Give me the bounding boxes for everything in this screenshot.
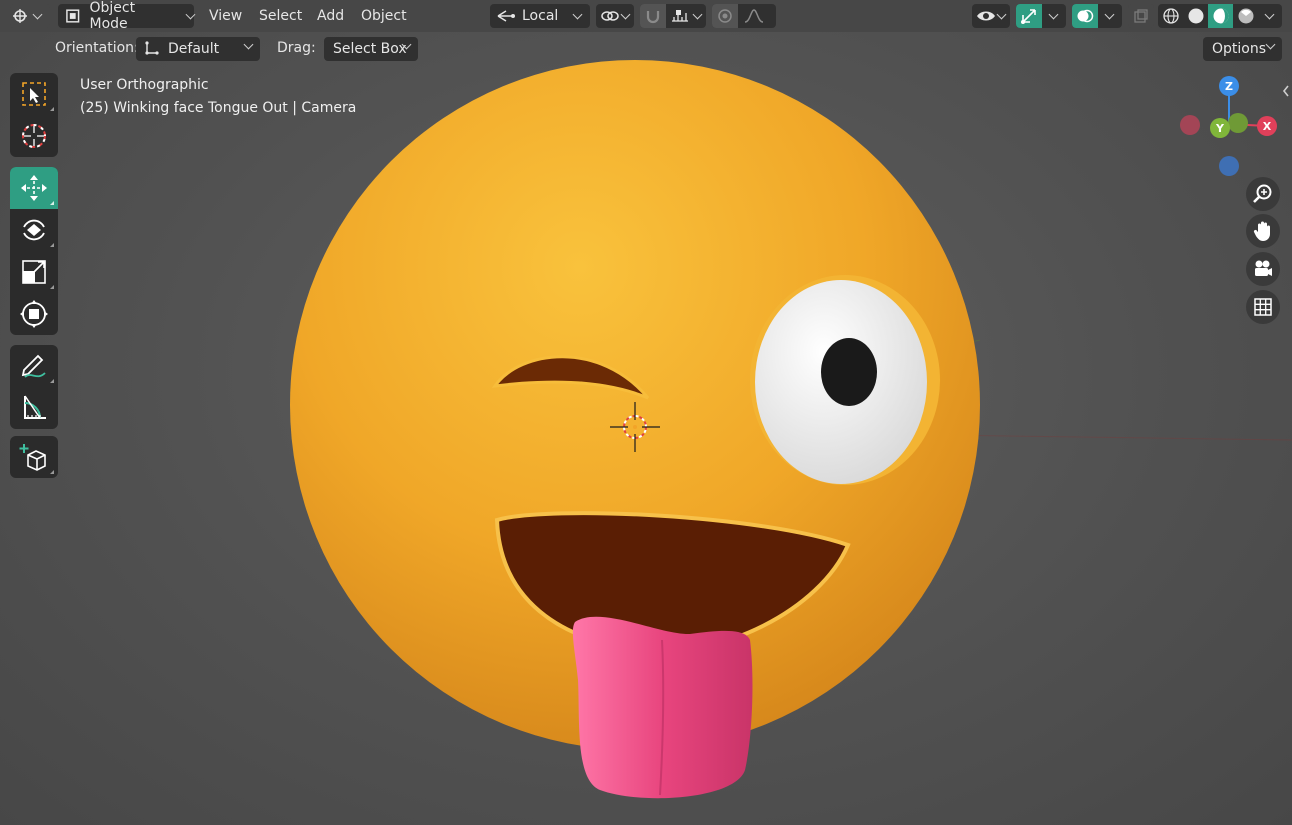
hand-icon (1253, 221, 1270, 241)
rotate-icon (23, 219, 45, 241)
measure-ruler-icon (24, 395, 46, 419)
tool-annotate[interactable] (10, 345, 58, 387)
add-cube-icon (19, 444, 46, 471)
pan-button[interactable] (1246, 214, 1280, 248)
viewport-scene (290, 60, 1292, 799)
gizmo-neg-z[interactable] (1219, 156, 1239, 176)
move-icon (21, 175, 47, 201)
camera-view-button[interactable] (1246, 252, 1280, 286)
tool-measure[interactable] (10, 387, 58, 429)
tool-cursor[interactable] (10, 115, 58, 157)
camera-icon (1255, 260, 1272, 276)
sidebar-toggle[interactable] (1280, 82, 1292, 100)
transform-icon (20, 300, 48, 328)
gizmo-neg-x[interactable] (1180, 115, 1200, 135)
tool-add-cube[interactable] (10, 436, 58, 478)
toolbar-group-select (10, 73, 58, 157)
gizmo-z-label: Z (1225, 80, 1233, 93)
tool-rotate[interactable] (10, 209, 58, 251)
zoom-button[interactable] (1246, 177, 1280, 211)
toolbar-group-add (10, 436, 58, 478)
grid-icon (1254, 298, 1272, 316)
annotate-pencil-icon (21, 354, 46, 378)
toolbar-group-annotate (10, 345, 58, 429)
chevron-left-icon (1282, 85, 1289, 97)
gizmo-neg-y[interactable] (1228, 113, 1248, 133)
gizmo-y-label: Y (1215, 122, 1225, 135)
zoom-icon (1253, 184, 1272, 203)
tool-transform[interactable] (10, 293, 58, 335)
scale-icon (22, 260, 46, 284)
tool-scale[interactable] (10, 251, 58, 293)
navigation-gizmo[interactable]: Z Y X (1175, 72, 1285, 182)
tool-select-box[interactable] (10, 73, 58, 115)
gizmo-x-label: X (1263, 120, 1272, 133)
pupil (821, 338, 877, 406)
select-box-icon (22, 82, 46, 106)
tool-move[interactable] (10, 167, 58, 209)
perspective-toggle-button[interactable] (1246, 290, 1280, 324)
cursor-icon (22, 124, 46, 148)
toolbar-group-transform (10, 167, 58, 335)
